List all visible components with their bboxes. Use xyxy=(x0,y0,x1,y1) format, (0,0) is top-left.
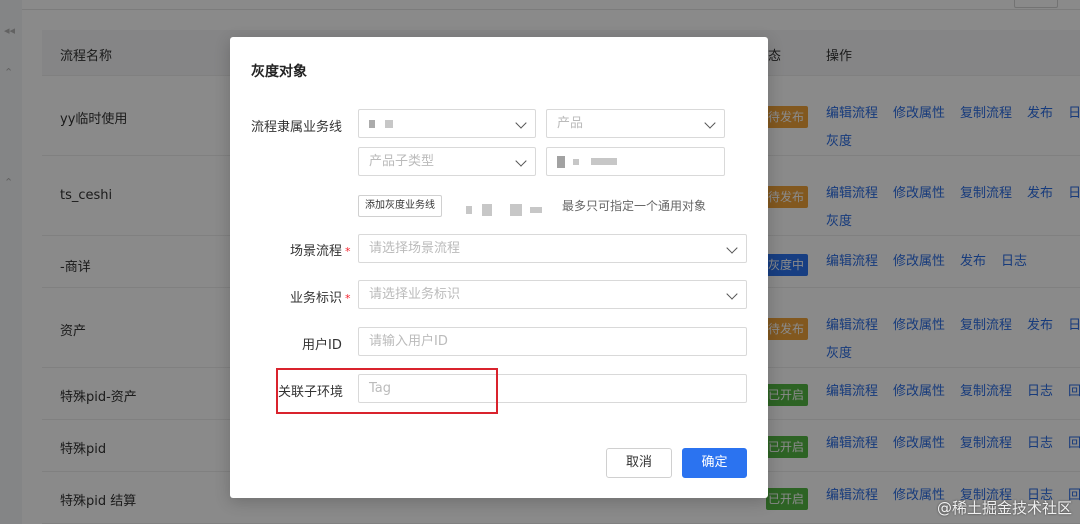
chevron-down-icon xyxy=(704,117,716,129)
hint-text: 最多只可指定一个通用对象 xyxy=(562,199,707,213)
biz-id-label: 业务标识 * xyxy=(290,291,351,306)
product-select[interactable]: 产品 xyxy=(546,109,725,138)
watermark: @稀土掘金技术社区 xyxy=(936,499,1072,517)
product-value-field[interactable] xyxy=(546,147,725,176)
biz-id-select[interactable]: 请选择业务标识 xyxy=(358,280,747,309)
chevron-down-icon xyxy=(515,155,527,167)
business-line-label: 流程隶属业务线 xyxy=(251,120,343,135)
blurred-text xyxy=(466,202,543,217)
scene-select[interactable]: 请选择场景流程 xyxy=(358,234,747,263)
cancel-button[interactable]: 取消 xyxy=(606,448,672,478)
user-id-input[interactable]: 请输入用户ID xyxy=(358,327,747,356)
product-subtype-select[interactable]: 产品子类型 xyxy=(358,147,536,176)
chevron-down-icon xyxy=(726,242,738,254)
required-marker: * xyxy=(345,245,351,258)
required-marker: * xyxy=(345,292,351,305)
add-gray-business-line-button[interactable]: 添加灰度业务线 xyxy=(358,195,442,217)
chevron-down-icon xyxy=(515,117,527,129)
chevron-down-icon xyxy=(726,288,738,300)
blurred-value xyxy=(557,155,565,168)
gray-object-dialog: 灰度对象 流程隶属业务线 产品 产品子类型 添加灰度业务线 最多只可指定一个通用… xyxy=(230,37,768,498)
business-line-select[interactable] xyxy=(358,109,536,138)
blurred-value xyxy=(573,158,580,165)
blurred-value xyxy=(385,119,394,128)
blurred-value xyxy=(369,119,375,128)
confirm-button[interactable]: 确定 xyxy=(682,448,747,478)
blurred-value xyxy=(591,158,618,165)
scene-label: 场景流程 * xyxy=(290,244,351,259)
user-id-label: 用户ID xyxy=(302,338,342,353)
dialog-title: 灰度对象 xyxy=(251,64,307,80)
highlight-box xyxy=(276,368,498,414)
